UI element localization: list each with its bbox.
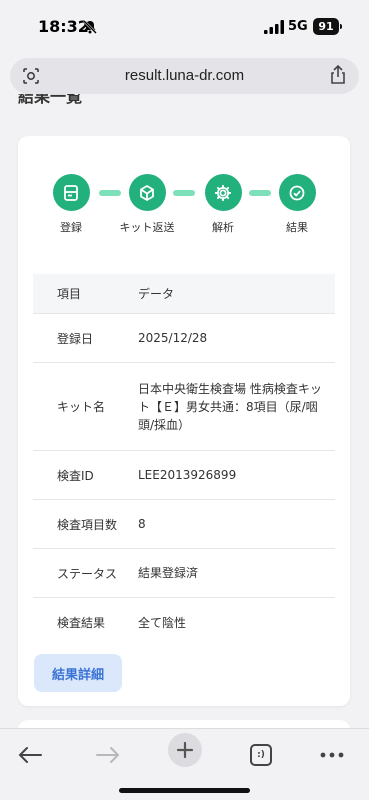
- more-dots-icon: [320, 752, 344, 758]
- table-row: 検査項目数 8: [33, 500, 335, 549]
- result-table: 項目 データ 登録日 2025/12/28 キット名 日本中央衛生検査場 性病検…: [33, 274, 335, 647]
- back-button[interactable]: [14, 739, 46, 771]
- step-circle: [204, 174, 242, 211]
- row-key: キット名: [57, 400, 106, 414]
- table-row: 検査ID LEE2013926899: [33, 451, 335, 500]
- address-bar[interactable]: result.luna-dr.com: [10, 58, 359, 94]
- new-tab-button[interactable]: [168, 733, 202, 767]
- step-label: 登録: [60, 221, 82, 234]
- step-label: キット返送: [119, 221, 175, 234]
- forward-arrow-icon: [96, 747, 120, 763]
- row-value: LEE2013926899: [138, 468, 237, 482]
- table-header: 項目 データ: [33, 274, 335, 314]
- page-heading-area: 結果一覧: [0, 94, 369, 116]
- row-key: 検査項目数: [57, 517, 118, 532]
- step-circle: [52, 174, 90, 211]
- row-value: 日本中央衛生検査場 性病検査キット【Ｅ】男女共通：8項目（尿/咽頭/採血）: [138, 381, 322, 432]
- step-register: 登録: [31, 174, 111, 235]
- bell-muted-icon: [83, 20, 97, 34]
- header-value: データ: [138, 286, 175, 301]
- battery-indicator: 91: [313, 18, 342, 35]
- step-circle: [278, 174, 316, 211]
- back-arrow-icon: [18, 747, 42, 763]
- url-text[interactable]: result.luna-dr.com: [10, 67, 359, 84]
- step-circle: [128, 174, 166, 211]
- plus-icon: [176, 741, 194, 759]
- step-kit-return: キット返送: [107, 174, 187, 235]
- row-key: 検査結果: [57, 616, 106, 630]
- step-result: 結果: [257, 174, 337, 235]
- step-label: 結果: [286, 221, 308, 234]
- table-row: 登録日 2025/12/28: [33, 314, 335, 363]
- row-value: 2025/12/28: [138, 331, 208, 345]
- row-key: 検査ID: [57, 468, 94, 483]
- register-icon: [64, 184, 78, 201]
- network-label: 5G: [288, 19, 308, 34]
- return-kit-icon: [140, 184, 154, 201]
- tabs-label: :): [257, 750, 265, 760]
- gear-icon: [214, 184, 232, 201]
- row-key: ステータス: [57, 566, 118, 581]
- more-button[interactable]: [316, 739, 348, 771]
- share-icon[interactable]: [329, 65, 347, 85]
- home-indicator: [119, 788, 250, 793]
- result-card: 登録 キット返送 解析 結果 項目 データ 登録日 2025/12/28 キット…: [18, 136, 350, 706]
- status-bar: 18:32 5G 91: [0, 0, 369, 56]
- step-label: 解析: [212, 221, 234, 234]
- tabs-button[interactable]: :): [245, 739, 277, 771]
- check-icon: [289, 185, 305, 200]
- row-key: 登録日: [57, 331, 94, 346]
- header-key: 項目: [57, 287, 82, 301]
- table-row: ステータス 結果登録済: [33, 549, 335, 598]
- row-value: 結果登録済: [138, 566, 199, 580]
- result-detail-button[interactable]: 結果詳細: [34, 654, 122, 692]
- row-value: 全て陰性: [138, 615, 187, 630]
- table-row: キット名 日本中央衛生検査場 性病検査キット【Ｅ】男女共通：8項目（尿/咽頭/採…: [33, 363, 335, 451]
- row-value: 8: [138, 517, 146, 531]
- page-title: 結果一覧: [18, 94, 83, 106]
- tabs-icon: :): [250, 744, 272, 766]
- signal-icon: [264, 20, 284, 34]
- step-analysis: 解析: [183, 174, 263, 235]
- table-row: 検査結果 全て陰性: [33, 598, 335, 647]
- forward-button[interactable]: [92, 739, 124, 771]
